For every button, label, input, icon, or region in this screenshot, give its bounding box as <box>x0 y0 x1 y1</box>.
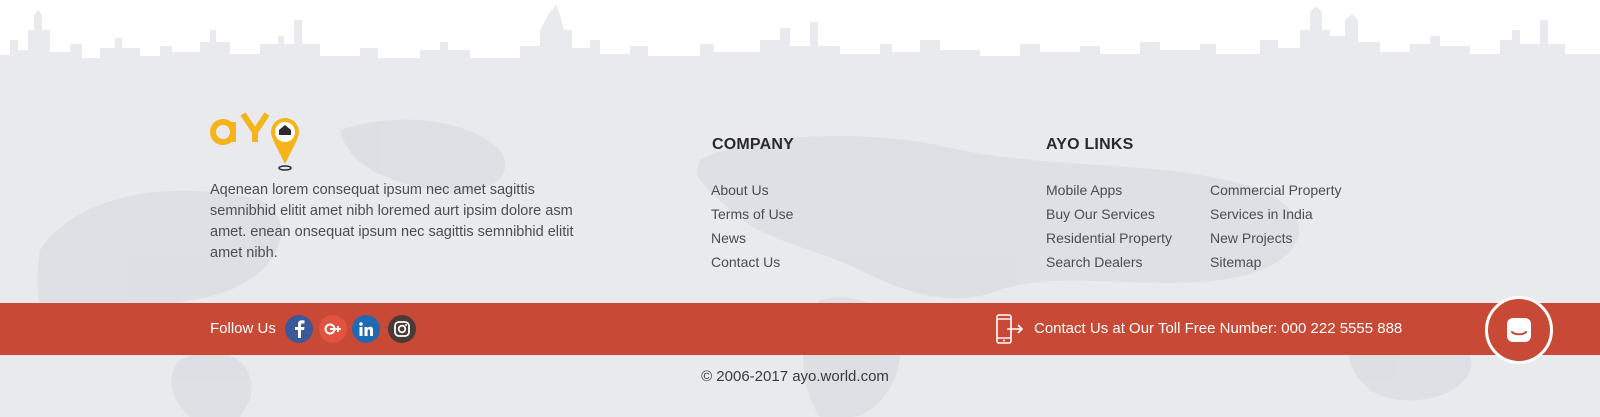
link-services-in-india[interactable]: Services in India <box>1210 202 1341 226</box>
link-terms-of-use[interactable]: Terms of Use <box>711 202 793 226</box>
instagram-icon[interactable] <box>388 315 416 343</box>
link-contact-us[interactable]: Contact Us <box>711 250 793 274</box>
city-skyline-decoration <box>0 5 1600 75</box>
facebook-icon[interactable] <box>285 315 313 343</box>
link-about-us[interactable]: About Us <box>711 178 793 202</box>
chat-button[interactable] <box>1485 296 1553 364</box>
link-news[interactable]: News <box>711 226 793 250</box>
copyright-text: © 2006-2017 ayo.world.com <box>701 368 889 385</box>
link-search-dealers[interactable]: Search Dealers <box>1046 250 1172 274</box>
google-plus-icon[interactable] <box>319 315 347 343</box>
phone-icon <box>996 314 1024 344</box>
link-commercial-property[interactable]: Commercial Property <box>1210 178 1341 202</box>
company-links: About Us Terms of Use News Contact Us <box>711 178 793 274</box>
site-footer: Aqenean lorem consequat ipsum nec amet s… <box>0 0 1600 417</box>
ayo-logo <box>210 112 299 171</box>
link-sitemap[interactable]: Sitemap <box>1210 250 1341 274</box>
link-buy-our-services[interactable]: Buy Our Services <box>1046 202 1172 226</box>
ayo-links-column-1: Mobile Apps Buy Our Services Residential… <box>1046 178 1172 274</box>
link-residential-property[interactable]: Residential Property <box>1046 226 1172 250</box>
company-heading: COMPANY <box>712 136 794 153</box>
ayo-links-column-2: Commercial Property Services in India Ne… <box>1210 178 1341 274</box>
social-contact-bar: Follow Us Contact Us at Our Toll Free Nu… <box>0 303 1600 355</box>
follow-us-label: Follow Us <box>210 320 276 337</box>
toll-free-contact[interactable]: Contact Us at Our Toll Free Number: 000 … <box>1034 320 1402 337</box>
link-new-projects[interactable]: New Projects <box>1210 226 1341 250</box>
linkedin-icon[interactable] <box>352 315 380 343</box>
ayo-links-heading: AYO LINKS <box>1046 136 1134 153</box>
about-description: Aqenean lorem consequat ipsum nec amet s… <box>210 182 574 261</box>
link-mobile-apps[interactable]: Mobile Apps <box>1046 178 1172 202</box>
chat-icon <box>1507 318 1531 342</box>
